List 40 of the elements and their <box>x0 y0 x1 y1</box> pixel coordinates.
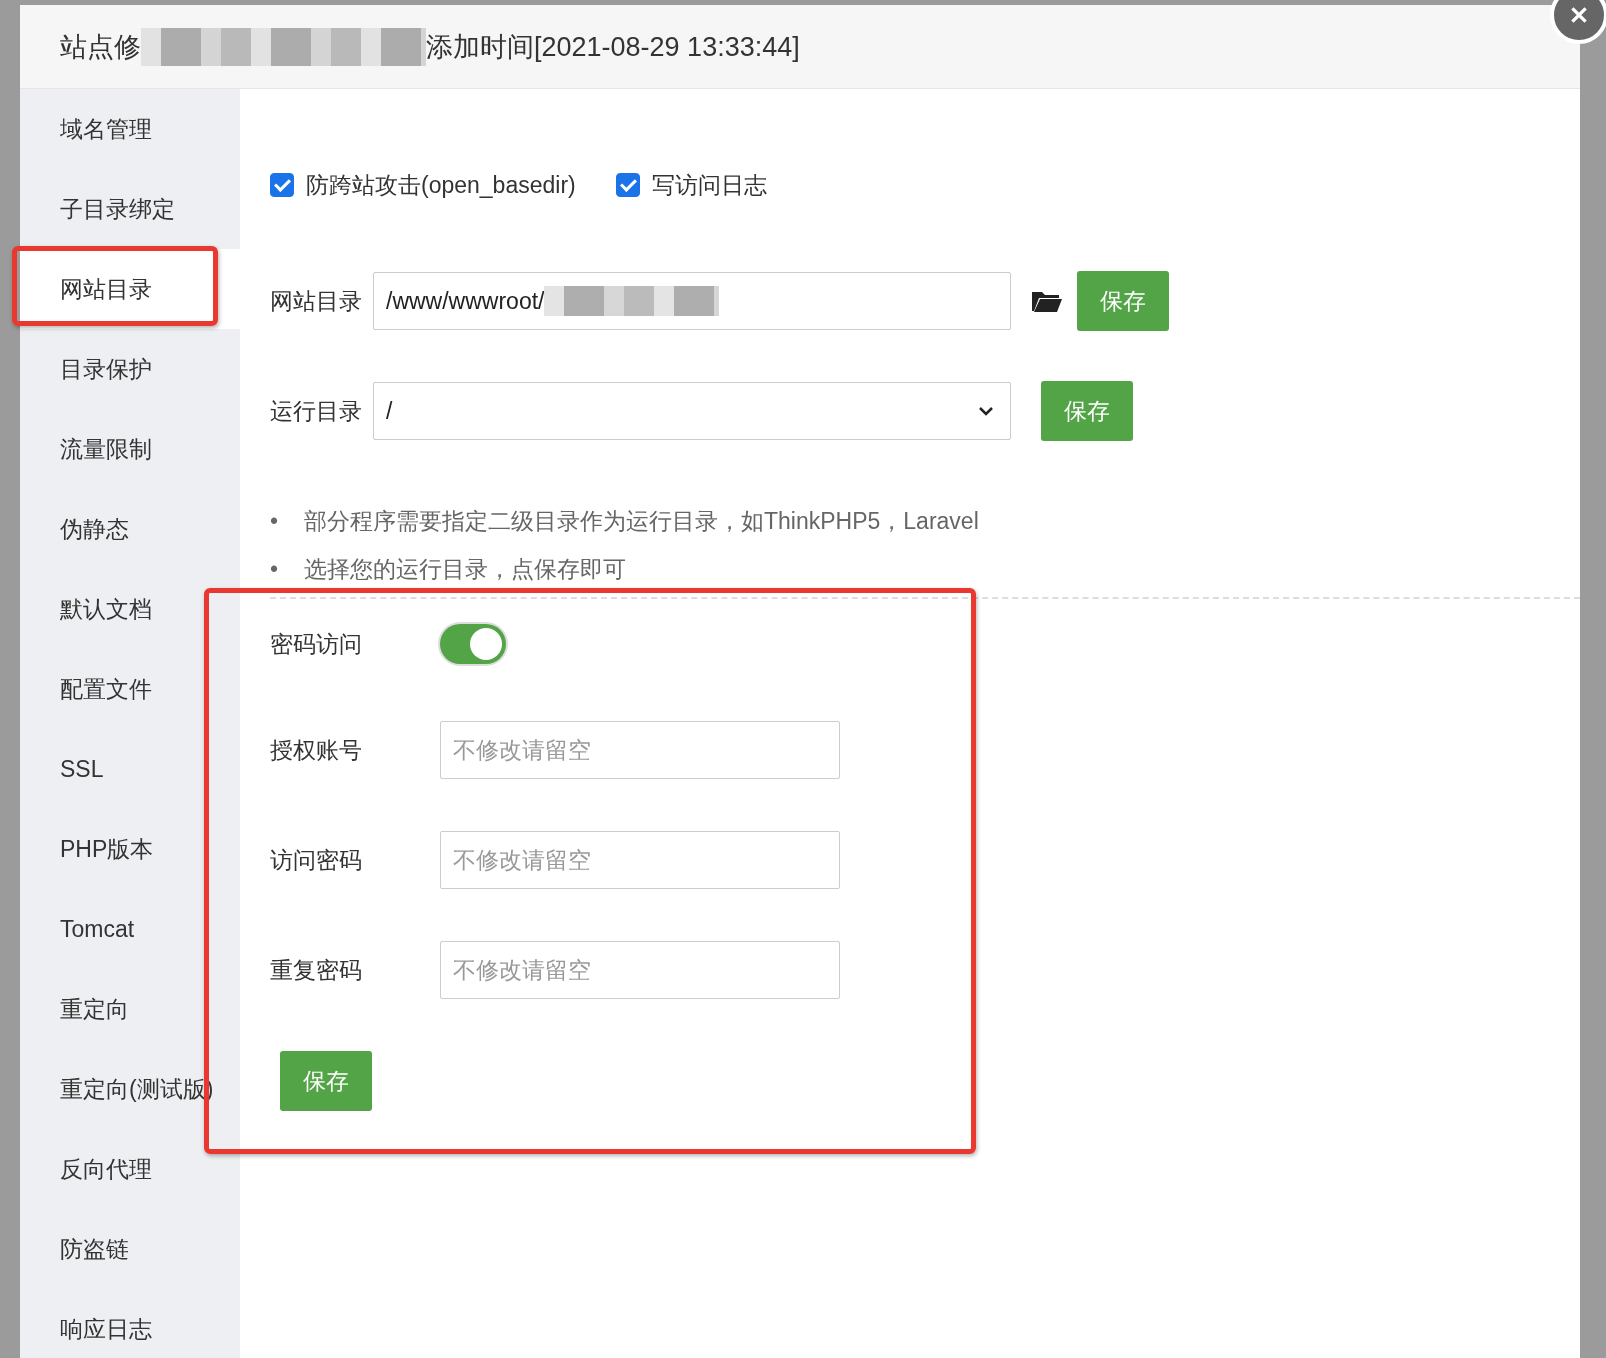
checkbox-label: 防跨站攻击(open_basedir) <box>306 170 576 200</box>
toggle-switch[interactable] <box>440 624 506 664</box>
field-label: 网站目录 <box>270 286 363 316</box>
checkbox[interactable] <box>270 173 294 197</box>
input-field[interactable]: 不修改请留空 <box>440 831 840 889</box>
sidebar-item[interactable]: Tomcat <box>20 889 240 969</box>
sidebar-item[interactable]: 目录保护 <box>20 329 240 409</box>
dropdown-field[interactable]: / <box>373 382 1011 440</box>
field-label: 访问密码 <box>270 845 363 875</box>
sidebar-item[interactable]: 默认文档 <box>20 569 240 649</box>
bullet-marker: • <box>270 507 280 536</box>
sidebar-item[interactable]: 防盗链 <box>20 1209 240 1289</box>
input-field[interactable]: 不修改请留空 <box>440 721 840 779</box>
folder-icon[interactable] <box>1031 289 1063 313</box>
note-text: 选择您的运行目录，点保存即可 <box>304 556 626 582</box>
sidebar-item[interactable]: 响应日志 <box>20 1289 240 1358</box>
field-label: 重复密码 <box>270 955 363 985</box>
sidebar-item[interactable]: 重定向 <box>20 969 240 1049</box>
sidebar-item[interactable]: 反向代理 <box>20 1129 240 1209</box>
field-label: 运行目录 <box>270 396 363 426</box>
path-field[interactable]: /www/wwwroot/ <box>373 272 1011 330</box>
sidebar-item[interactable]: 子目录绑定 <box>20 169 240 249</box>
sidebar-item[interactable]: 配置文件 <box>20 649 240 729</box>
sidebar-item[interactable]: SSL <box>20 729 240 809</box>
sidebar-item[interactable]: 网站目录 <box>20 249 240 329</box>
dialog-title: 添加时间[2021-08-29 13:33:44] <box>426 30 800 64</box>
note-text: 部分程序需要指定二级目录作为运行目录，如ThinkPHP5，Laravel <box>304 508 979 534</box>
sidebar-item[interactable]: 伪静态 <box>20 489 240 569</box>
field-label: 密码访问 <box>270 629 363 659</box>
sidebar-item[interactable]: 流量限制 <box>20 409 240 489</box>
input-field[interactable]: 不修改请留空 <box>440 941 840 999</box>
checkbox[interactable] <box>615 173 640 197</box>
dialog-title: 站点修 <box>60 30 141 64</box>
close-icon[interactable] <box>1550 0 1606 44</box>
bullet-marker: • <box>270 555 280 584</box>
sidebar-item[interactable]: 域名管理 <box>20 89 240 169</box>
field-label: 授权账号 <box>270 735 363 765</box>
checkbox-label: 写访问日志 <box>651 170 767 200</box>
caret-icon <box>978 406 994 416</box>
sidebar-item[interactable]: PHP版本 <box>20 809 240 889</box>
